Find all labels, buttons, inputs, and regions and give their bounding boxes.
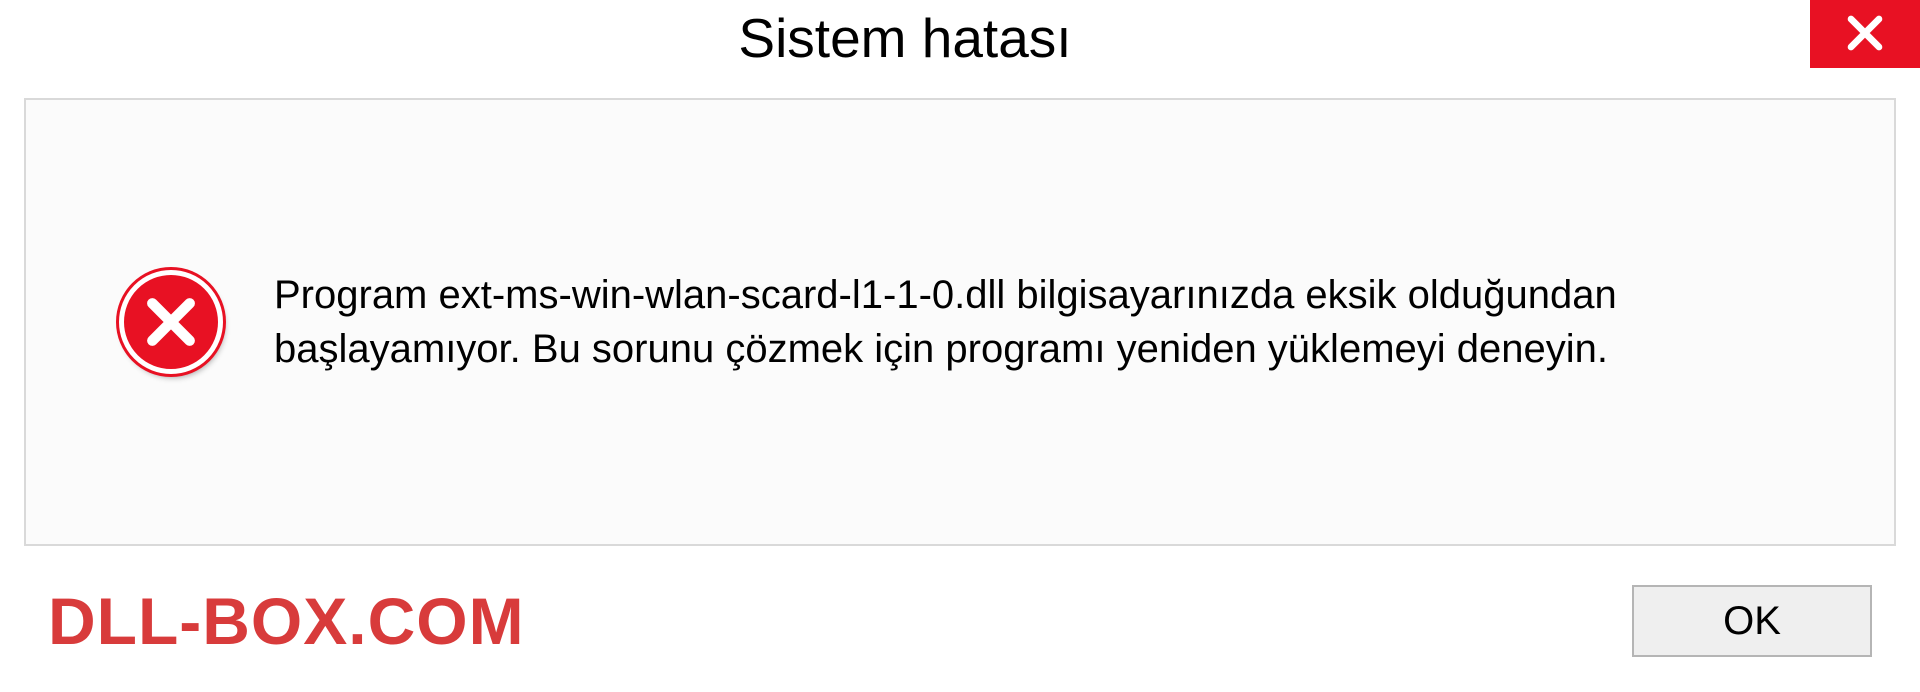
error-icon [116,267,226,377]
ok-button-label: OK [1723,599,1781,644]
close-button[interactable] [1810,0,1920,68]
watermark-text: DLL-BOX.COM [48,583,525,659]
close-icon [1844,12,1886,57]
error-message: Program ext-ms-win-wlan-scard-l1-1-0.dll… [274,268,1804,376]
titlebar: Sistem hatası [0,0,1920,80]
content-panel: Program ext-ms-win-wlan-scard-l1-1-0.dll… [24,98,1896,546]
footer: DLL-BOX.COM OK [0,562,1920,692]
dialog-title: Sistem hatası [0,0,1810,70]
ok-button[interactable]: OK [1632,585,1872,657]
